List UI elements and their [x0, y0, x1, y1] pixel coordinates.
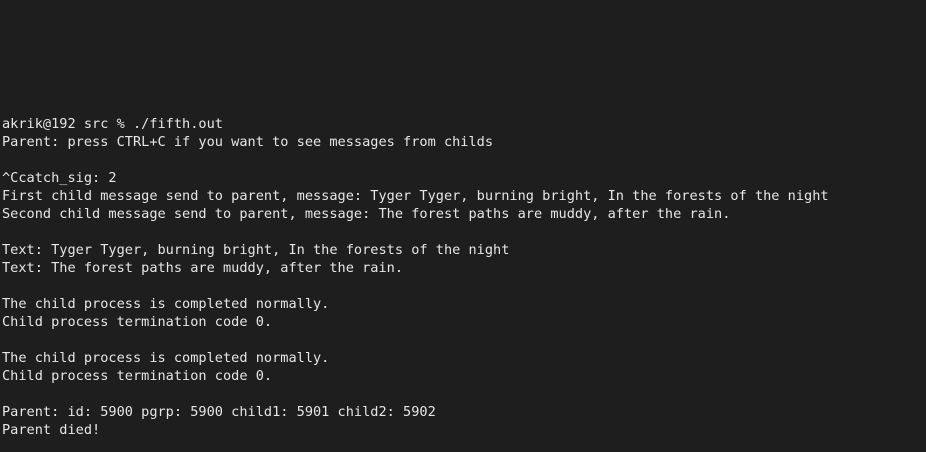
- output-line: Child process termination code 0.: [2, 368, 273, 384]
- output-line: Second child message send to parent, mes…: [2, 206, 731, 222]
- output-line: Text: Tyger Tyger, burning bright, In th…: [2, 242, 510, 258]
- output-line: Child process termination code 0.: [2, 314, 273, 330]
- output-line: The child process is completed normally.: [2, 296, 330, 312]
- output-line: The child process is completed normally.: [2, 350, 330, 366]
- output-line: ^Ccatch_sig: 2: [2, 170, 117, 186]
- shell-prompt-line: akrik@192 src % ./fifth.out: [2, 116, 223, 132]
- output-line: Parent died!: [2, 422, 101, 438]
- output-line: Parent: press CTRL+C if you want to see …: [2, 134, 494, 150]
- terminal-output: akrik@192 src % ./fifth.out Parent: pres…: [2, 115, 926, 439]
- terminal-window[interactable]: akrik@192 src % ./fifth.out Parent: pres…: [0, 0, 926, 452]
- output-line: Text: The forest paths are muddy, after …: [2, 260, 404, 276]
- output-line: First child message send to parent, mess…: [2, 188, 829, 204]
- output-line: Parent: id: 5900 pgrp: 5900 child1: 5901…: [2, 404, 436, 420]
